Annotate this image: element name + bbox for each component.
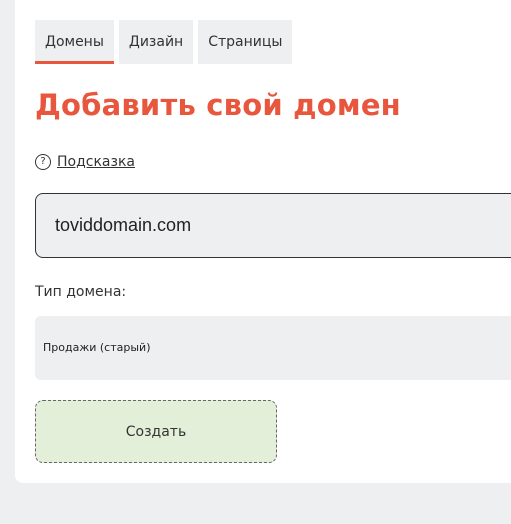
page-title: Добавить свой домен: [35, 88, 401, 122]
domain-type-label: Тип домена:: [35, 284, 127, 300]
create-button[interactable]: Создать: [35, 400, 277, 463]
domain-type-select[interactable]: Продажи (старый): [35, 316, 511, 380]
domain-input[interactable]: [35, 193, 511, 258]
tab-pages[interactable]: Страницы: [198, 20, 293, 64]
hint: ? Подсказка: [35, 154, 135, 170]
question-circle-icon: ?: [35, 154, 51, 170]
tab-design[interactable]: Дизайн: [118, 20, 194, 64]
tab-bar: Домены Дизайн Страницы: [35, 20, 297, 64]
tab-domains[interactable]: Домены: [35, 20, 114, 64]
hint-link[interactable]: Подсказка: [57, 154, 135, 170]
